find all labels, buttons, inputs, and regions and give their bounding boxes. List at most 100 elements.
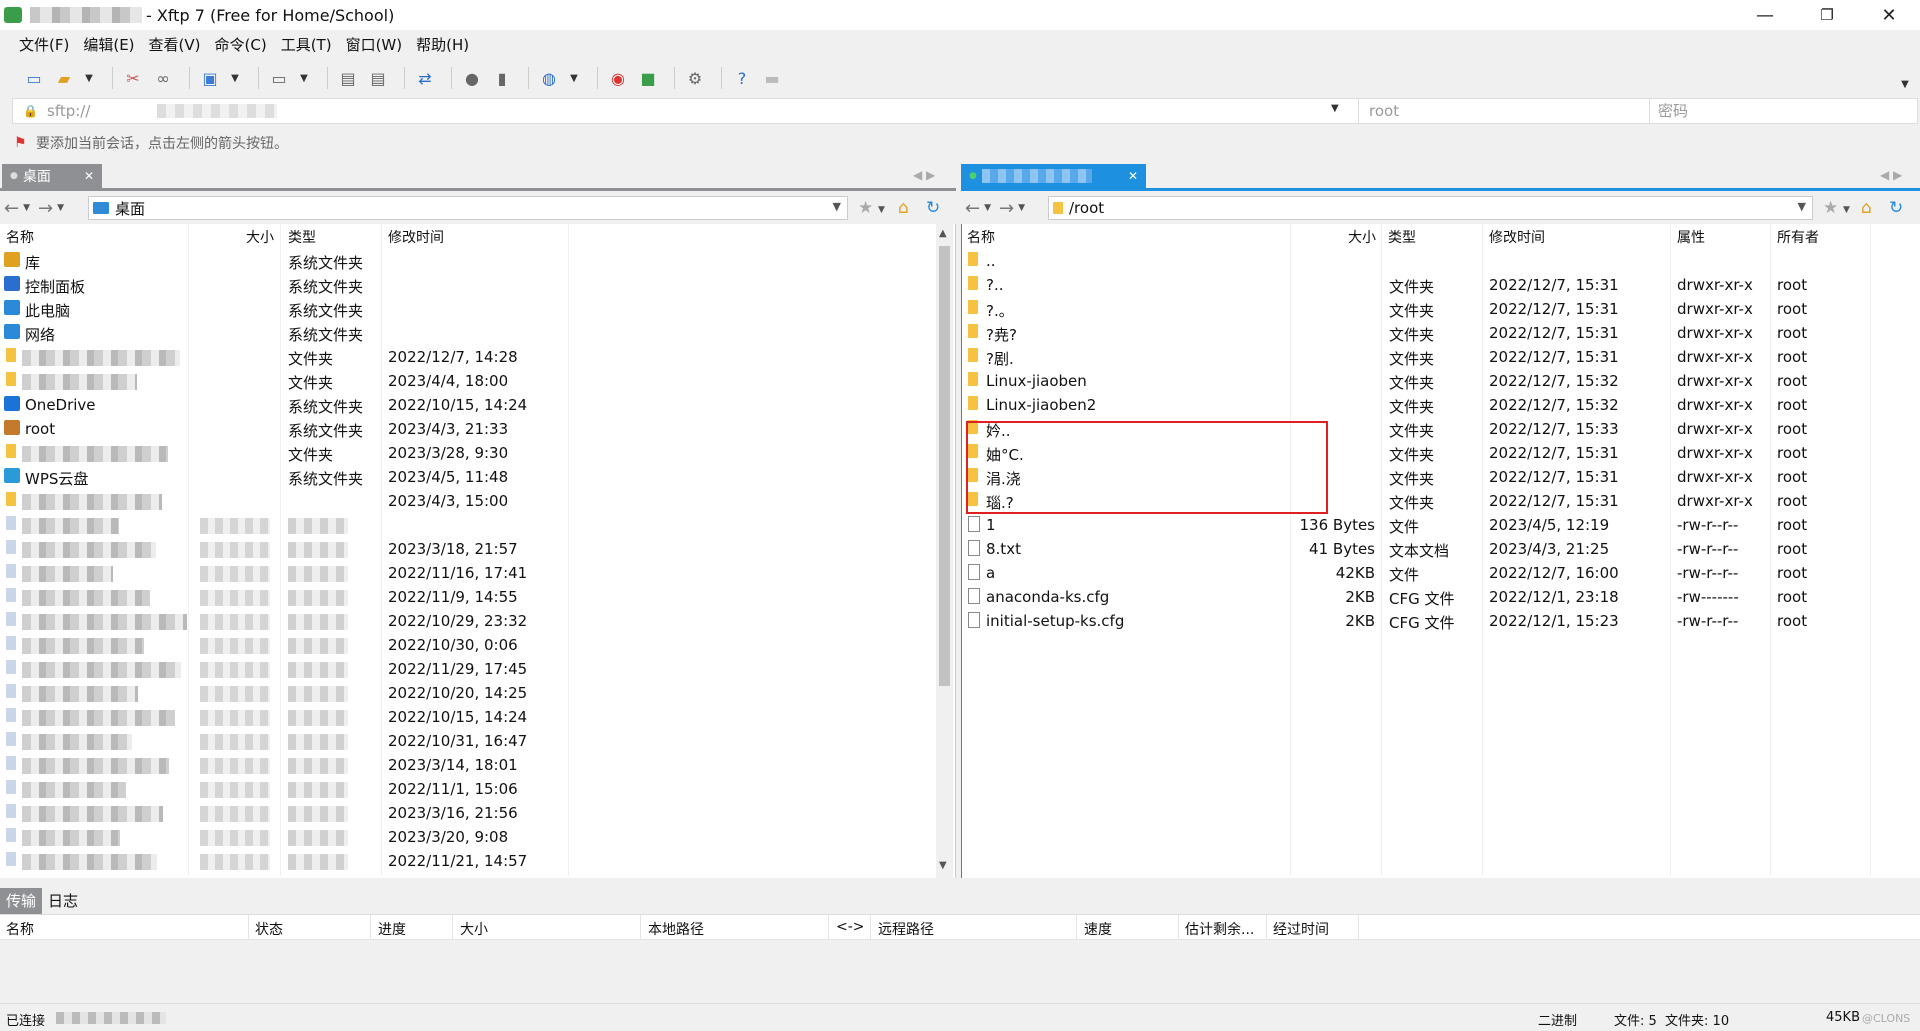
parent-folder-icon[interactable]: ⌂ [898,198,909,218]
table-row[interactable]: ?.。 文件夹 2022/12/7, 15:31 drwxr-xr-x root [962,298,1920,322]
menu-window[interactable]: 窗口(W) [339,34,410,55]
username-field[interactable]: root [1358,99,1658,123]
scroll-thumb[interactable] [939,246,950,686]
column-modified[interactable]: 修改时间 [388,227,444,247]
menu-tools[interactable]: 工具(T) [274,34,339,55]
scroll-down-icon[interactable]: ▼ [939,860,947,871]
table-row[interactable]: Linux-jiaoben 文件夹 2022/12/7, 15:32 drwxr-xr… [962,370,1920,394]
table-row[interactable]: anaconda-ks.cfg 2KB CFG 文件 2022/12/1, 23:18… [962,586,1920,610]
table-row[interactable]: a 42KB 文件 2022/12/7, 16:00 -rw-r--r-- root [962,562,1920,586]
table-row[interactable]: 文件夹 2023/3/28, 9:30 [0,442,955,466]
xftp-icon[interactable]: ■ [636,66,660,90]
path-dropdown-icon[interactable]: ▼ [833,200,841,213]
column-status[interactable]: 状态 [255,919,283,939]
column-remote-path[interactable]: 远程路径 [878,919,934,939]
back-dropdown-icon[interactable]: ▼ [984,203,991,213]
table-row[interactable]: 2022/11/16, 17:41 [0,562,955,586]
forward-arrow-icon[interactable]: → [38,198,53,219]
table-row[interactable]: 2022/11/29, 17:45 [0,658,955,682]
local-vertical-scrollbar[interactable]: ▲ ▼ [936,224,953,878]
table-row[interactable]: .. [962,250,1920,274]
favorite-dropdown-icon[interactable]: ▼ [878,205,885,215]
host-dropdown-icon[interactable]: ▼ [1331,103,1339,114]
forward-arrow-icon[interactable]: → [999,198,1014,219]
table-row[interactable]: 2023/3/18, 21:57 [0,538,955,562]
globe-dropdown-icon[interactable]: ▼ [567,66,581,90]
column-size[interactable]: 大小 [1348,227,1376,247]
new-session-icon[interactable]: ▭ [22,66,46,90]
table-row[interactable]: 2022/10/29, 23:32 [0,610,955,634]
back-arrow-icon[interactable]: ← [965,198,980,219]
column-elapsed[interactable]: 经过时间 [1273,919,1329,939]
table-row[interactable]: ?尭? 文件夹 2022/12/7, 15:31 drwxr-xr-x root [962,322,1920,346]
table-row[interactable]: 2022/11/9, 14:55 [0,586,955,610]
sync-icon[interactable]: ⇄ [413,66,437,90]
minimize-button[interactable]: — [1734,0,1796,30]
table-row[interactable]: 2022/10/30, 0:06 [0,634,955,658]
table-row[interactable]: 2023/4/3, 15:00 [0,490,955,514]
table-row[interactable]: 网络 系统文件夹 [0,322,955,346]
reconnect-icon[interactable]: ∞ [151,66,175,90]
tab-scroll-left-icon[interactable]: ◀ ▶ [913,168,935,182]
menu-edit[interactable]: 编辑(E) [76,34,141,55]
table-row[interactable]: 文件夹 2023/4/4, 18:00 [0,370,955,394]
menu-command[interactable]: 命令(C) [208,34,274,55]
remote-file-list[interactable]: 名称 大小 类型 修改时间 属性 所有者 ⌃ ..?.. 文件夹 2022/12/7… [961,224,1920,878]
scroll-up-icon[interactable]: ▲ [939,228,947,239]
password-field[interactable]: 密码 [1649,99,1909,123]
favorite-dropdown-icon[interactable]: ▼ [1843,205,1850,215]
new-tab-icon[interactable]: ▣ [198,66,222,90]
paste-icon[interactable]: ▤ [366,66,390,90]
menu-help[interactable]: 帮助(H) [409,34,476,55]
column-speed[interactable]: 速度 [1084,919,1112,939]
local-path-input[interactable]: 桌面 ▼ [88,196,848,220]
menu-view[interactable]: 查看(V) [142,34,208,55]
table-row[interactable]: OneDrive 系统文件夹 2022/10/15, 14:24 [0,394,955,418]
tab-close-icon[interactable]: ✕ [84,169,94,183]
table-row[interactable]: 1 136 Bytes 文件 2023/4/5, 12:19 -rw-r--r-- roo… [962,514,1920,538]
xshell-icon[interactable]: ◉ [606,66,630,90]
back-arrow-icon[interactable]: ← [4,198,19,219]
column-local-path[interactable]: 本地路径 [648,919,704,939]
copy-icon[interactable]: ▤ [336,66,360,90]
bookmark-flag-icon[interactable]: ⚑ [14,135,28,151]
close-button[interactable]: ✕ [1858,0,1920,30]
table-row[interactable]: 8.txt 41 Bytes 文本文档 2023/4/3, 21:25 -rw-r--r… [962,538,1920,562]
table-row[interactable]: root 系统文件夹 2023/4/3, 21:33 [0,418,955,442]
column-modified[interactable]: 修改时间 [1489,227,1545,247]
transfer-mode[interactable]: 二进制 [1538,1010,1577,1029]
open-dropdown-icon[interactable]: ▼ [82,66,96,90]
toolbar-overflow-icon[interactable]: ▼ [1898,72,1912,96]
tab-local-desktop[interactable]: ● 桌面 ✕ [2,164,102,188]
table-row[interactable]: 2023/3/20, 9:08 [0,826,955,850]
tab-transfers[interactable]: 传输 [0,888,43,914]
column-size[interactable]: 大小 [246,227,274,247]
forward-dropdown-icon[interactable]: ▼ [1018,203,1025,213]
column-attributes[interactable]: 属性 [1677,227,1705,247]
table-row[interactable]: 控制面板 系统文件夹 [0,274,955,298]
table-row[interactable]: 2023/3/14, 18:01 [0,754,955,778]
column-eta[interactable]: 估计剩余... [1185,919,1254,939]
table-row[interactable]: initial-setup-ks.cfg 2KB CFG 文件 2022/12/1, … [962,610,1920,634]
table-row[interactable]: 2022/10/31, 16:47 [0,730,955,754]
column-progress[interactable]: 进度 [378,919,406,939]
open-folder-icon[interactable]: ▰ [52,66,76,90]
column-owner[interactable]: 所有者 [1777,227,1819,247]
back-dropdown-icon[interactable]: ▼ [23,203,30,213]
new-tab-dropdown-icon[interactable]: ▼ [228,66,242,90]
column-name[interactable]: 名称 [6,919,34,939]
table-row[interactable]: 2022/10/15, 14:24 [0,706,955,730]
table-row[interactable]: 此电脑 系统文件夹 [0,298,955,322]
favorite-star-icon[interactable]: ★ [858,198,873,218]
favorite-star-icon[interactable]: ★ [1823,198,1838,218]
tab-close-icon[interactable]: ✕ [1128,169,1138,183]
column-type[interactable]: 类型 [1388,227,1416,247]
table-row[interactable]: 2023/3/16, 21:56 [0,802,955,826]
table-row[interactable]: 2022/11/21, 14:57 [0,850,955,874]
refresh-icon[interactable]: ↻ [1889,198,1903,218]
table-row[interactable]: ?剧. 文件夹 2022/12/7, 15:31 drwxr-xr-x root [962,346,1920,370]
local-file-list[interactable]: 名称 大小 类型 修改时间 ⌃ 库系统文件夹 控制面板 系统文件夹 此电脑 系统文件夹网… [0,224,956,878]
tab-remote-session[interactable]: ● ✕ [961,164,1146,188]
settings-gear-icon[interactable]: ⚙ [683,66,707,90]
queue-icon[interactable]: ▮ [490,66,514,90]
